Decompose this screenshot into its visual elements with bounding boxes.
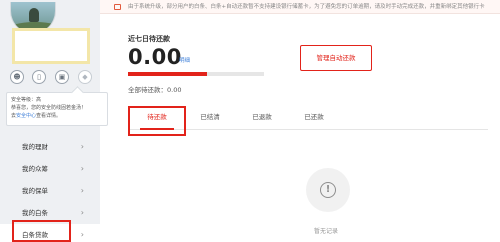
chevron-right-icon: › [80,142,84,151]
details-link[interactable]: 明细 [179,56,190,64]
sidebar-item-label: 我的众筹 [22,165,48,173]
sidebar-item-label: 我的理财 [22,143,48,151]
exclamation-icon: ! [320,182,336,198]
card-icon[interactable]: ▣ [55,70,69,84]
progress-bar [128,72,264,76]
shield-icon[interactable]: ◆ [78,70,92,84]
empty-state-icon: ! [306,168,350,212]
due-amount: 0.00 [128,45,182,69]
security-tooltip: 安全等级：高 恭喜您，您的安全防线固若金汤！ 去安全中心查看详情。 [6,92,108,126]
progress-fill [128,72,207,76]
manage-auto-repay-button[interactable]: 管理自动还款 [300,45,372,71]
empty-state-text: 暂无记录 [314,228,339,235]
sidebar-item-licai[interactable]: 我的理财 › [0,136,100,158]
highlight-box-sidebar [12,220,71,242]
phone-icon[interactable]: ▯ [32,70,46,84]
chevron-right-icon: › [80,208,84,217]
notice-icon [114,4,121,10]
chevron-right-icon: › [80,230,84,239]
account-icon-row: ☻ ▯ ▣ ◆ [8,70,94,86]
user-icon[interactable]: ☻ [10,70,24,84]
sidebar-item-baodan[interactable]: 我的保单 › [0,180,100,202]
tab-settled[interactable]: 已结清 [192,106,228,129]
tab-repaid[interactable]: 已还款 [296,106,332,129]
security-level-text: 安全等级：高 [11,97,42,103]
security-center-link[interactable]: 安全中心 [16,113,36,119]
notice-bar: 由于系统升级，部分用户的白条、白条+自动还款暂不支持建设银行储蓄卡，为了避免您的… [100,0,500,14]
tab-refunded[interactable]: 已退款 [244,106,280,129]
chevron-right-icon: › [80,164,84,173]
chevron-right-icon: › [80,186,84,195]
total-due-label: 全部待还款：0.00 [128,86,182,94]
card-title: 近七日待还款 [128,35,170,43]
notice-text: 由于系统升级，部分用户的白条、白条+自动还款暂不支持建设银行储蓄卡，为了避免您的… [128,4,485,10]
highlight-box-tab [128,106,186,136]
sidebar-item-zhongchou[interactable]: 我的众筹 › [0,158,100,180]
sidebar-item-label: 我的保单 [22,187,48,195]
sidebar-item-label: 我的白条 [22,209,48,217]
security-message-text: 恭喜您，您的安全防线固若金汤！ [11,105,87,111]
username-card [12,28,90,64]
